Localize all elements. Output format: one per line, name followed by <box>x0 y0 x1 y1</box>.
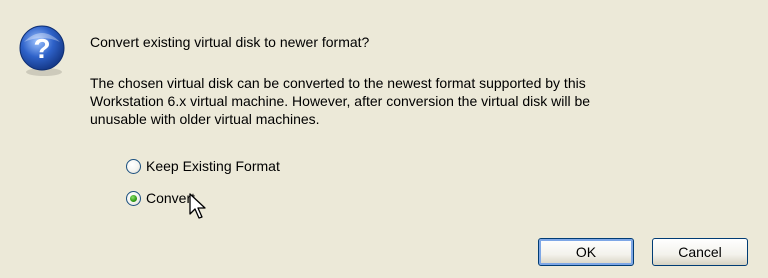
keep-existing-format-option[interactable]: Keep Existing Format <box>126 158 280 174</box>
message-line: Workstation 6.x virtual machine. However… <box>90 93 591 109</box>
keep-existing-format-radio[interactable] <box>126 158 141 174</box>
mouse-cursor-icon <box>189 193 206 219</box>
dialog-message: The chosen virtual disk can be converted… <box>90 74 730 128</box>
dialog-question: Convert existing virtual disk to newer f… <box>90 34 370 50</box>
message-line: unusable with older virtual machines. <box>90 111 320 127</box>
convert-disk-dialog: ? Convert existing virtual disk to newer… <box>0 0 768 278</box>
convert-radio[interactable] <box>126 190 141 206</box>
question-icon: ? <box>19 25 65 76</box>
cancel-button[interactable]: Cancel <box>652 238 748 266</box>
keep-existing-format-label[interactable]: Keep Existing Format <box>146 158 280 174</box>
message-line: The chosen virtual disk can be converted… <box>90 75 586 91</box>
ok-button[interactable]: OK <box>538 238 634 266</box>
convert-option[interactable]: Convert <box>126 190 195 206</box>
svg-text:?: ? <box>33 33 50 64</box>
